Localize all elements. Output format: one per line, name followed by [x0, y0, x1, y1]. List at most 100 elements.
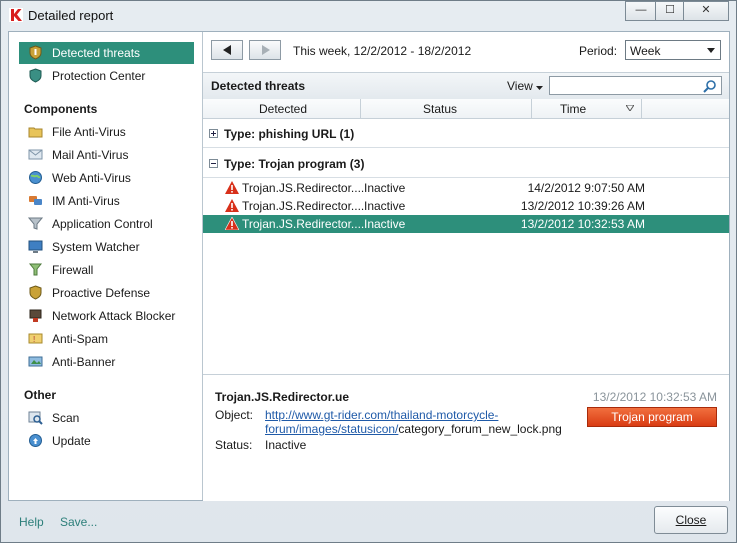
sidebar-item-protection-center[interactable]: Protection Center [19, 65, 194, 87]
sort-descending-icon [626, 105, 634, 111]
object-value: http://www.gt-rider.com/thailand-motorcy… [265, 408, 565, 436]
minimize-button[interactable]: — [625, 1, 657, 21]
object-link-part: forum/images/statusicon/ [265, 422, 399, 436]
arrow-right-icon [262, 45, 270, 55]
sidebar-item-proactive-defense[interactable]: Proactive Defense [19, 282, 194, 304]
monitor-icon [28, 240, 43, 253]
sidebar-item-file-anti-virus[interactable]: File Anti-Virus [19, 121, 194, 143]
firewall-icon [28, 263, 43, 276]
sidebar-item-label: Firewall [52, 263, 94, 277]
column-time[interactable]: Time [560, 102, 586, 116]
group-phishing-url[interactable]: Type: phishing URL (1) [203, 119, 729, 148]
sidebar-item-system-watcher[interactable]: System Watcher [19, 236, 194, 258]
group-trojan-program[interactable]: Type: Trojan program (3) [203, 149, 729, 178]
sidebar-item-im-anti-virus[interactable]: IM Anti-Virus [19, 190, 194, 212]
sidebar-item-label: Anti-Spam [52, 332, 109, 346]
warning-icon [225, 199, 239, 212]
network-icon [29, 309, 42, 322]
close-window-button[interactable]: ✕ [683, 1, 729, 21]
sidebar-item-label: IM Anti-Virus [52, 194, 120, 208]
svg-text:!: ! [33, 335, 35, 344]
column-status[interactable]: Status [423, 102, 457, 116]
sidebar-item-label: File Anti-Virus [52, 125, 126, 139]
view-menu[interactable]: View [507, 79, 543, 93]
sidebar-item-label: System Watcher [52, 240, 140, 254]
sidebar-item-firewall[interactable]: Firewall [19, 259, 194, 281]
expand-icon[interactable] [209, 129, 218, 138]
table-row[interactable]: Trojan.JS.Redirector.... Inactive 14/2/2… [203, 179, 729, 197]
table-row-selected[interactable]: Trojan.JS.Redirector.... Inactive 13/2/2… [203, 215, 729, 233]
detail-pane: Trojan.JS.Redirector.ue 13/2/2012 10:32:… [203, 374, 729, 501]
sidebar-item-detected-threats[interactable]: Detected threats [19, 42, 194, 64]
warning-icon [225, 217, 239, 230]
sidebar-item-anti-spam[interactable]: ! Anti-Spam [19, 328, 194, 350]
column-detected[interactable]: Detected [259, 102, 307, 116]
threat-time: 14/2/2012 9:07:50 AM [527, 181, 645, 195]
status-value: Inactive [265, 438, 307, 452]
sidebar-item-label: Mail Anti-Virus [52, 148, 129, 162]
sidebar-item-label: Update [52, 434, 91, 448]
sidebar-item-network-attack-blocker[interactable]: Network Attack Blocker [19, 305, 194, 327]
report-window: Detailed report — ☐ ✕ Detected threats P… [0, 0, 737, 543]
other-heading: Other [24, 388, 57, 402]
scan-icon [28, 411, 43, 425]
shield-icon [29, 285, 42, 300]
maximize-button[interactable]: ☐ [655, 1, 685, 21]
save-link[interactable]: Save... [60, 515, 97, 529]
globe-icon [29, 171, 42, 184]
search-icon [703, 80, 716, 93]
column-divider[interactable] [360, 99, 361, 118]
list-title: Detected threats [211, 79, 306, 93]
column-divider[interactable] [531, 99, 532, 118]
group-label: Type: phishing URL (1) [224, 127, 355, 141]
sidebar-item-anti-banner[interactable]: Anti-Banner [19, 351, 194, 373]
sidebar-item-web-anti-virus[interactable]: Web Anti-Virus [19, 167, 194, 189]
search-input[interactable] [549, 76, 722, 95]
sidebar-item-label: Proactive Defense [52, 286, 151, 300]
next-period-button[interactable] [249, 40, 281, 60]
sidebar-item-application-control[interactable]: Application Control [19, 213, 194, 235]
sidebar-item-label: Scan [52, 411, 80, 425]
sidebar-item-update[interactable]: Update [19, 430, 194, 452]
mail-icon [28, 149, 43, 160]
previous-period-button[interactable] [211, 40, 243, 60]
shield-icon [29, 68, 42, 83]
threat-time: 13/2/2012 10:32:53 AM [520, 217, 645, 231]
period-select[interactable]: Week [625, 40, 721, 60]
period-label: Period: [579, 44, 618, 58]
chevron-down-icon [707, 48, 715, 53]
threat-status: Inactive [364, 181, 406, 195]
sidebar-item-scan[interactable]: Scan [19, 407, 194, 429]
sidebar-item-label: Anti-Banner [52, 355, 116, 369]
column-header: Detected Status Time [203, 99, 729, 119]
group-label: Type: Trojan program (3) [224, 157, 365, 171]
spam-icon: ! [28, 333, 43, 344]
list-toolbar: Detected threats View [203, 72, 729, 100]
sidebar-item-mail-anti-virus[interactable]: Mail Anti-Virus [19, 144, 194, 166]
funnel-icon [28, 217, 43, 230]
table-row[interactable]: Trojan.JS.Redirector.... Inactive 13/2/2… [203, 197, 729, 215]
components-heading: Components [24, 102, 98, 116]
sidebar-item-label: Application Control [52, 217, 153, 231]
threat-name: Trojan.JS.Redirector.... [242, 199, 365, 213]
sidebar: Detected threats Protection Center Compo… [9, 32, 203, 500]
collapse-icon[interactable] [209, 159, 218, 168]
detail-time: 13/2/2012 10:32:53 AM [592, 390, 717, 404]
window-title: Detailed report [28, 8, 114, 23]
main-panel: This week, 12/2/2012 - 18/2/2012 Period:… [203, 32, 729, 501]
title-bar: Detailed report — ☐ ✕ [1, 1, 736, 29]
date-range-label: This week, 12/2/2012 - 18/2/2012 [293, 44, 472, 58]
sidebar-item-label: Protection Center [52, 69, 146, 83]
threat-status: Inactive [364, 199, 406, 213]
chevron-down-icon [535, 86, 543, 90]
sidebar-item-label: Web Anti-Virus [52, 171, 131, 185]
update-icon [29, 434, 42, 447]
object-filename: category_forum_new_lock.png [398, 422, 562, 436]
threat-type-button[interactable]: Trojan program [587, 407, 717, 427]
chat-icon [29, 196, 42, 205]
column-divider[interactable] [641, 99, 642, 118]
close-button[interactable]: Close [654, 506, 728, 534]
help-link[interactable]: Help [19, 515, 44, 529]
view-label: View [507, 79, 533, 93]
status-label: Status: [215, 438, 253, 452]
